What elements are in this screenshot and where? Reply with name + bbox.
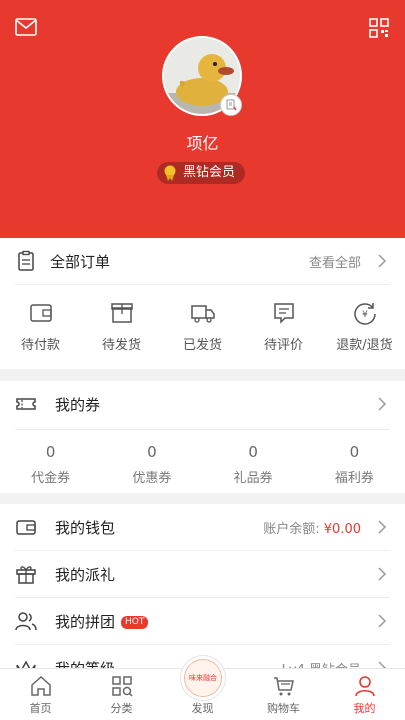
coupon-label: 优惠券 <box>132 471 172 486</box>
order-status-label: 待评价 <box>263 338 303 353</box>
tab-home[interactable]: 首页 <box>0 669 81 720</box>
my-coupons-label: 我的券 <box>55 395 101 414</box>
order-status-grid: 待付款 待发货 已发货 待评价 ¥ 退款/退货 <box>0 300 405 353</box>
user-icon <box>354 676 375 697</box>
chevron-right-icon <box>378 254 387 268</box>
tab-label: 分类 <box>110 702 133 715</box>
home-icon <box>30 675 51 696</box>
tab-label: 发现 <box>191 702 214 715</box>
tab-label: 我的 <box>353 702 376 715</box>
order-status-pending-shipment[interactable]: 待发货 <box>81 300 162 353</box>
divider <box>15 284 390 285</box>
svg-text:¥: ¥ <box>362 310 368 320</box>
qr-code-icon[interactable] <box>369 18 389 38</box>
tab-cart[interactable]: 购物车 <box>243 669 324 720</box>
clipboard-icon <box>18 250 34 271</box>
view-all-link[interactable]: 查看全部 <box>309 252 361 271</box>
crown-icon <box>16 660 36 668</box>
my-wallet-row[interactable]: 我的钱包 账户余额: ¥0.00 <box>0 504 405 550</box>
all-orders-label: 全部订单 <box>50 252 111 271</box>
orders-card: 全部订单 查看全部 待付款 待发货 已发货 待评价 ¥ 退款/退货 <box>0 238 405 369</box>
refund-icon: ¥ <box>353 303 376 325</box>
order-status-label: 待发货 <box>101 338 141 353</box>
wallet-icon <box>29 304 52 322</box>
my-gifts-label: 我的派礼 <box>55 565 116 584</box>
balance-label: 账户余额: <box>263 521 320 537</box>
my-group-buy-label: 我的拼团 HOT <box>55 611 149 632</box>
group-users-icon <box>15 612 37 631</box>
order-status-label: 待付款 <box>20 338 60 353</box>
tab-category[interactable]: 分类 <box>81 669 162 720</box>
discover-logo-text: 味来融合 <box>189 674 217 682</box>
chevron-right-icon <box>378 614 387 628</box>
coupon-label: 代金券 <box>31 471 71 486</box>
coupon-cash[interactable]: 0 代金券 <box>0 443 101 486</box>
coupon-count: 0 <box>349 443 360 461</box>
bottom-tab-bar: 首页 分类 味来融合 发现 购物车 我的 <box>0 655 405 720</box>
coupon-counts-grid: 0 代金券 0 优惠券 0 礼品券 0 福利券 <box>0 443 405 486</box>
coupon-label: 礼品券 <box>233 471 273 486</box>
discover-button[interactable]: 味来融合 <box>180 655 226 701</box>
chevron-right-icon <box>378 661 387 668</box>
my-coupons-row[interactable]: 我的券 <box>0 381 405 427</box>
cart-icon <box>273 677 294 696</box>
discover-logo: 味来融合 <box>184 659 222 697</box>
my-level-label: 我的等级 <box>55 658 115 669</box>
wallet-icon <box>16 520 36 535</box>
vip-level-label: 黑钻会员 <box>183 165 236 180</box>
tab-mine[interactable]: 我的 <box>324 669 405 720</box>
order-status-label: 退款/退货 <box>336 338 393 353</box>
coupon-count: 0 <box>248 443 258 461</box>
mail-icon[interactable] <box>15 18 37 36</box>
comment-icon <box>273 303 294 324</box>
category-grid-icon <box>111 676 133 697</box>
all-orders-row[interactable]: 全部订单 查看全部 <box>0 238 405 284</box>
order-status-shipped[interactable]: 已发货 <box>162 300 243 353</box>
divider <box>15 429 390 430</box>
coupon-welfare[interactable]: 0 福利券 <box>304 443 405 486</box>
username: 项亿 <box>186 134 219 153</box>
coupon-discount[interactable]: 0 优惠券 <box>101 443 202 486</box>
package-icon <box>110 303 133 323</box>
hot-badge: HOT <box>121 615 149 629</box>
ticket-icon <box>16 398 36 410</box>
balance-value: ¥0.00 <box>323 521 361 537</box>
coupon-gift[interactable]: 0 礼品券 <box>203 443 304 486</box>
truck-icon <box>190 305 215 323</box>
order-status-pending-payment[interactable]: 待付款 <box>0 300 81 353</box>
vip-badge[interactable]: 黑钻会员 <box>157 162 246 184</box>
coupon-count: 0 <box>45 443 56 461</box>
group-buy-text: 我的拼团 <box>55 612 116 631</box>
order-status-to-review[interactable]: 待评价 <box>243 300 324 353</box>
tab-label: 首页 <box>29 702 52 715</box>
account-balance: 账户余额: ¥0.00 <box>263 518 361 537</box>
coupon-count: 0 <box>147 443 157 461</box>
my-group-buy-row[interactable]: 我的拼团 HOT <box>0 598 405 644</box>
level-value: Lv4 黑钻会员 <box>282 659 361 669</box>
order-status-refund[interactable]: ¥ 退款/退货 <box>324 300 405 353</box>
order-status-label: 已发货 <box>182 338 222 353</box>
my-gifts-row[interactable]: 我的派礼 <box>0 551 405 597</box>
medal-icon <box>164 165 176 181</box>
chevron-right-icon <box>378 520 387 534</box>
chevron-right-icon <box>378 567 387 581</box>
coupons-card: 我的券 0 代金券 0 优惠券 0 礼品券 0 福利券 <box>0 381 405 493</box>
menu-card: 我的钱包 账户余额: ¥0.00 我的派礼 我的拼团 HOT <box>0 504 405 668</box>
edit-icon <box>226 99 237 111</box>
profile-header: 项亿 黑钻会员 <box>0 0 405 238</box>
gift-icon <box>16 566 36 584</box>
edit-profile-button[interactable] <box>220 94 242 116</box>
chevron-right-icon <box>378 397 387 411</box>
tab-discover[interactable]: 味来融合 发现 <box>162 655 243 720</box>
coupon-label: 福利券 <box>334 471 374 486</box>
my-wallet-label: 我的钱包 <box>55 518 116 537</box>
tab-label: 购物车 <box>267 702 300 715</box>
